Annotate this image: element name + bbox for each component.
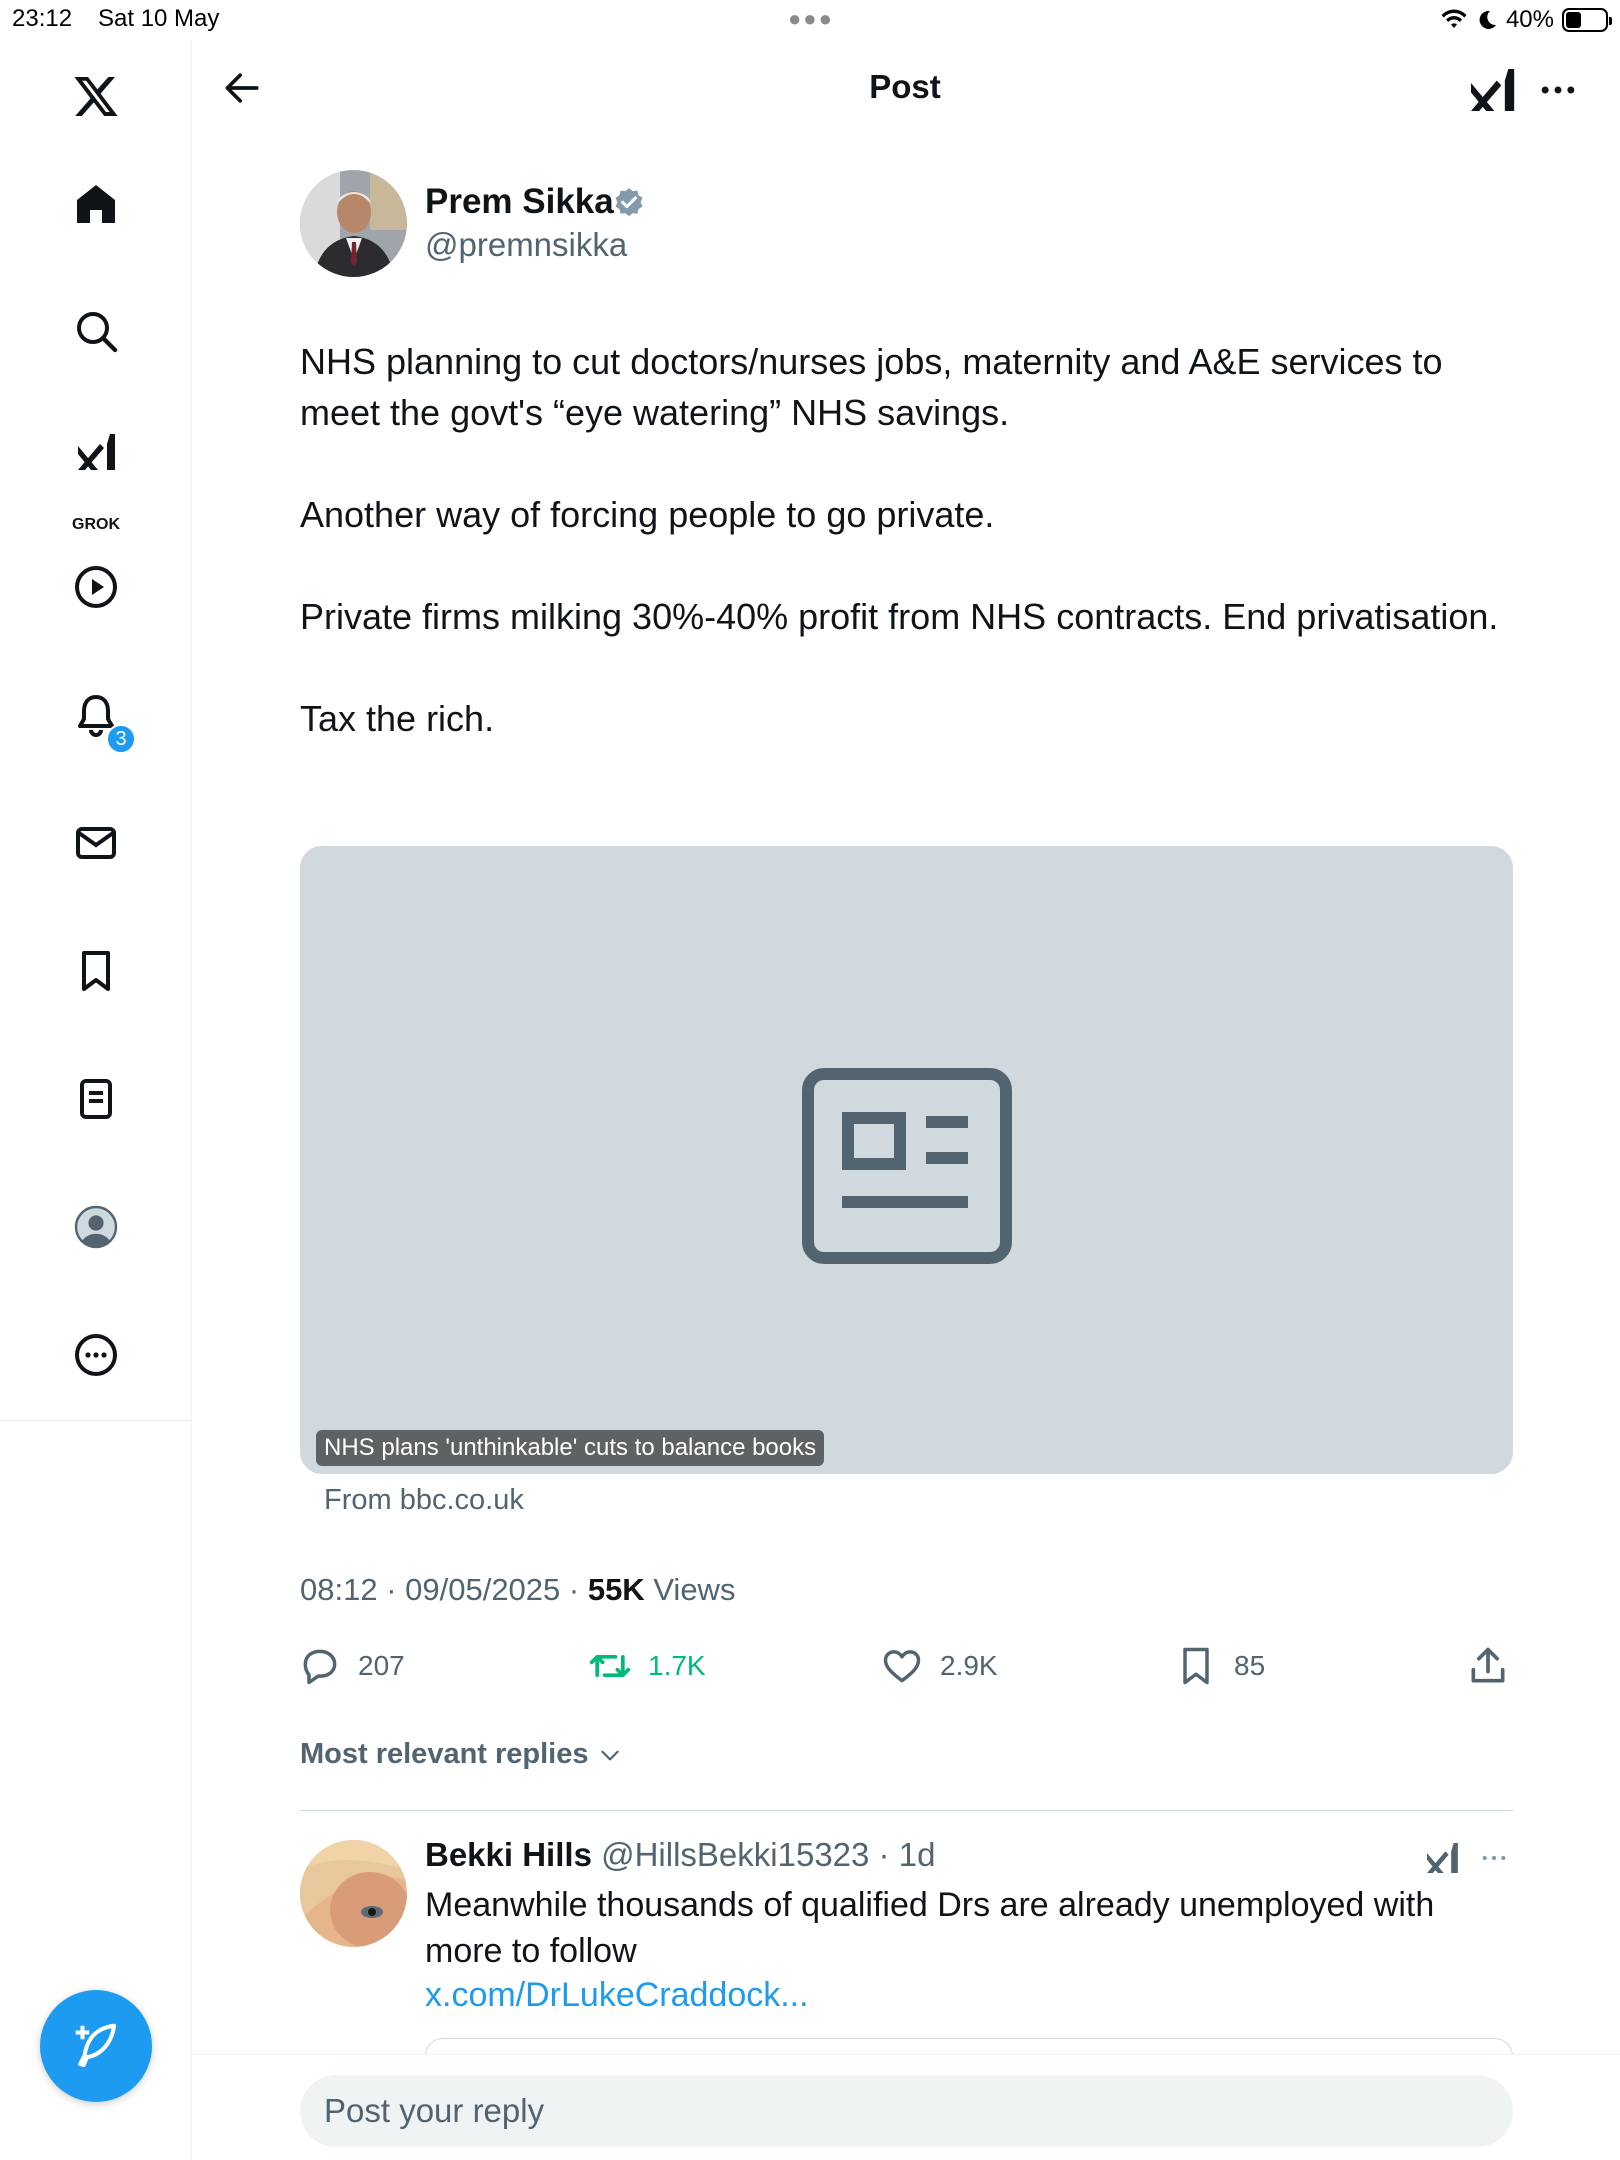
like-action[interactable]: 2.9K [880,1640,998,1692]
repost-count: 1.7K [648,1650,706,1681]
compose-feather-icon [75,2023,117,2068]
share-action[interactable] [1466,1640,1510,1692]
reply-link[interactable]: x.com/DrLukeCraddock... [425,1976,809,2015]
more-options-icon[interactable] [1530,62,1586,118]
reply-count: 207 [358,1650,405,1681]
reply-composer [192,2054,1620,2160]
arrow-left-icon [225,73,259,103]
views-count: 55K [587,1572,645,1607]
grok-icon[interactable] [66,422,126,482]
battery-percent: 40% [1505,6,1554,33]
multitasking-dots-icon[interactable]: ●●● [788,6,834,32]
grok-explain-icon[interactable] [1422,1838,1462,1878]
link-preview-card[interactable]: NHS plans 'unthinkable' cuts to balance … [300,846,1513,1474]
reply-time: · 1d [869,1836,936,1873]
replies-divider [300,1810,1513,1811]
reply-text: Meanwhile thousands of qualified Drs are… [425,1886,1435,1970]
sidebar-divider [0,1420,192,1421]
post-paragraph: NHS planning to cut doctors/nurses jobs,… [300,341,1443,433]
reply-icon [303,1649,337,1685]
repost-action[interactable]: 1.7K [588,1640,706,1692]
lists-icon[interactable] [66,1069,126,1129]
status-bar: 23:12 Sat 10 May ●●● 40% [0,0,1620,40]
battery-level [1566,12,1582,28]
reply-avatar[interactable] [300,1840,407,1947]
link-card-source[interactable]: From bbc.co.uk [324,1484,524,1517]
back-button[interactable] [214,60,270,116]
wifi-icon [1441,9,1467,28]
status-date: Sat 10 May [98,5,220,32]
bookmark-count: 85 [1234,1650,1266,1681]
replies-sort-label: Most relevant replies [300,1738,589,1770]
search-icon[interactable] [66,301,126,361]
post-paragraph: Tax the rich. [300,698,495,739]
reply-action[interactable]: 207 [298,1640,405,1692]
heart-icon [883,1650,921,1683]
post-meta: 08:12 · 09/05/2025 · 55K Views [300,1572,735,1608]
bookmark-action[interactable]: 85 [1174,1640,1265,1692]
reply-author-handle[interactable]: @HillsBekki15323 [601,1836,869,1873]
messages-icon[interactable] [66,813,126,873]
reply-author-name[interactable]: Bekki Hills [425,1836,592,1873]
status-time: 23:12 [12,5,73,32]
x-logo-icon[interactable] [66,66,126,126]
views-label: Views [644,1572,736,1607]
more-icon[interactable] [66,1325,126,1385]
post-paragraph: Private firms milking 30%-40% profit fro… [300,596,1499,637]
profile-icon[interactable] [66,1197,126,1257]
moon-icon [1479,10,1496,29]
reply-header: Bekki Hills @HillsBekki15323 · 1d [425,1836,935,1874]
repost-icon [589,1655,631,1677]
verified-badge-icon [615,188,643,217]
link-card-title: NHS plans 'unthinkable' cuts to balance … [316,1430,825,1466]
author-handle[interactable]: @premnsikka [425,226,627,264]
replies-sort-dropdown[interactable]: Most relevant replies [300,1738,623,1771]
chevron-down-icon [600,1750,619,1760]
news-article-icon [802,1068,1012,1264]
grok-label: GROK [72,516,120,533]
author-avatar[interactable] [300,170,407,277]
post-timestamp[interactable]: 08:12 · 09/05/2025 · [300,1572,588,1607]
bookmarks-icon[interactable] [66,941,126,1001]
post-text: NHS planning to cut doctors/nurses jobs,… [300,336,1520,744]
status-right: 40% [1440,4,1612,36]
compose-post-button[interactable] [40,1990,152,2102]
post-paragraph: Another way of forcing people to go priv… [300,494,995,535]
grok-explain-icon[interactable] [1464,62,1520,118]
author-name[interactable]: Prem Sikka [425,182,614,222]
home-icon[interactable] [66,174,126,234]
page-title: Post [869,68,941,105]
sidebar: GROK 3 [0,40,192,2160]
bookmark-icon [1183,1647,1209,1685]
battery-icon [1562,8,1612,32]
video-play-icon[interactable] [66,557,126,617]
reply-input[interactable] [300,2075,1513,2147]
like-count: 2.9K [940,1650,998,1681]
reply-more-icon[interactable] [1474,1840,1514,1876]
share-icon [1471,1647,1505,1683]
notifications-badge: 3 [106,724,136,754]
